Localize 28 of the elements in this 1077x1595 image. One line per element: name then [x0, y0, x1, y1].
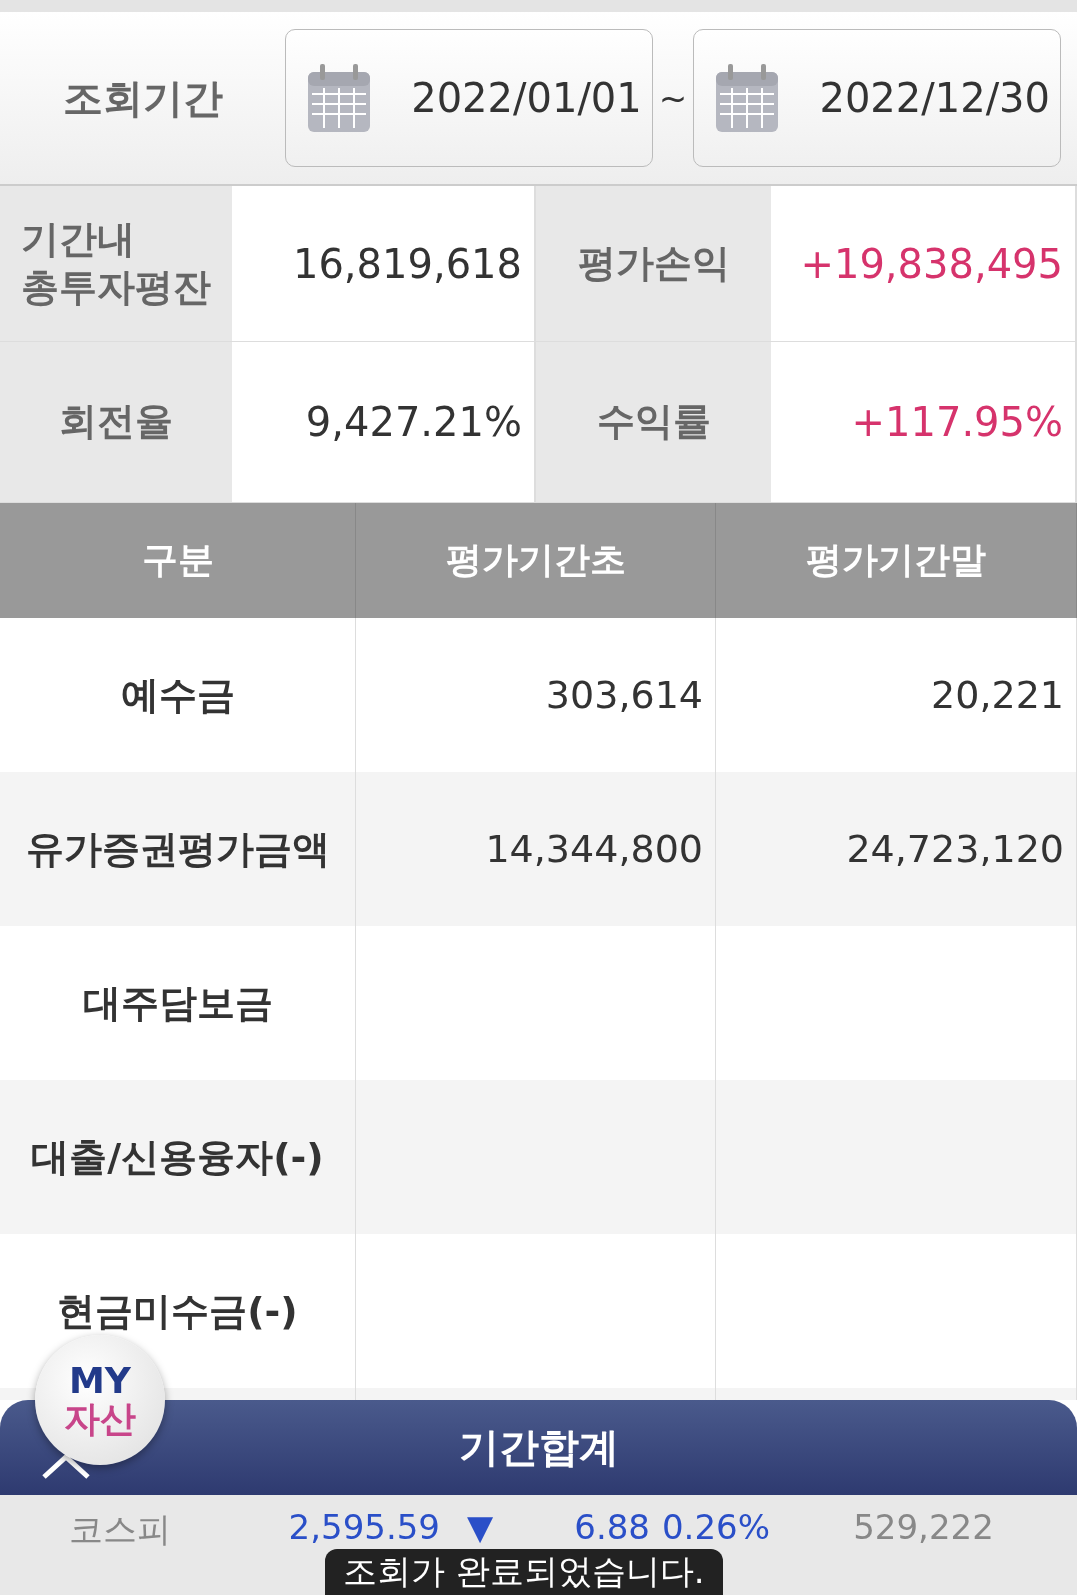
change-rate: 0.26% — [661, 1507, 770, 1547]
summary-label: 기간내 총투자평잔 — [0, 186, 232, 341]
row-label: 현금미수금(-) — [57, 1287, 298, 1335]
footer-title: 기간합계 — [458, 1423, 619, 1472]
change-arrow: ▼ — [465, 1507, 495, 1547]
table-cell: 303,614 — [545, 673, 703, 717]
row-label: 대주담보금 — [82, 979, 273, 1027]
summary-label: 회전율 — [0, 342, 232, 502]
toast-message: 조회가 완료되었습니다. — [325, 1549, 723, 1595]
period-label: 조회기간 — [61, 73, 224, 123]
table-cell: 14,344,800 — [485, 827, 703, 871]
row-label: 예수금 — [120, 671, 235, 719]
trade-volume: 529,222 — [852, 1507, 995, 1547]
index-value: 2,595.59 — [287, 1507, 440, 1547]
change-value: 6.88 — [573, 1507, 650, 1547]
end-date-field[interactable]: 2022/12/30 — [693, 29, 1061, 167]
row-label: 대출/신용융자(-) — [31, 1133, 324, 1181]
calendar-icon — [306, 62, 372, 134]
range-separator: ~ — [657, 78, 689, 118]
summary-label: 평가손익 — [536, 186, 771, 341]
start-date-field[interactable]: 2022/01/01 — [285, 29, 653, 167]
index-name: 코스피 — [68, 1508, 172, 1551]
chevron-up-icon[interactable] — [40, 1453, 92, 1481]
calendar-icon — [714, 62, 781, 134]
table-cell: 24,723,120 — [846, 827, 1064, 871]
summary-label: 수익률 — [536, 342, 771, 502]
table-cell: 20,221 — [931, 673, 1064, 717]
row-label: 유가증권평가금액 — [25, 825, 330, 873]
